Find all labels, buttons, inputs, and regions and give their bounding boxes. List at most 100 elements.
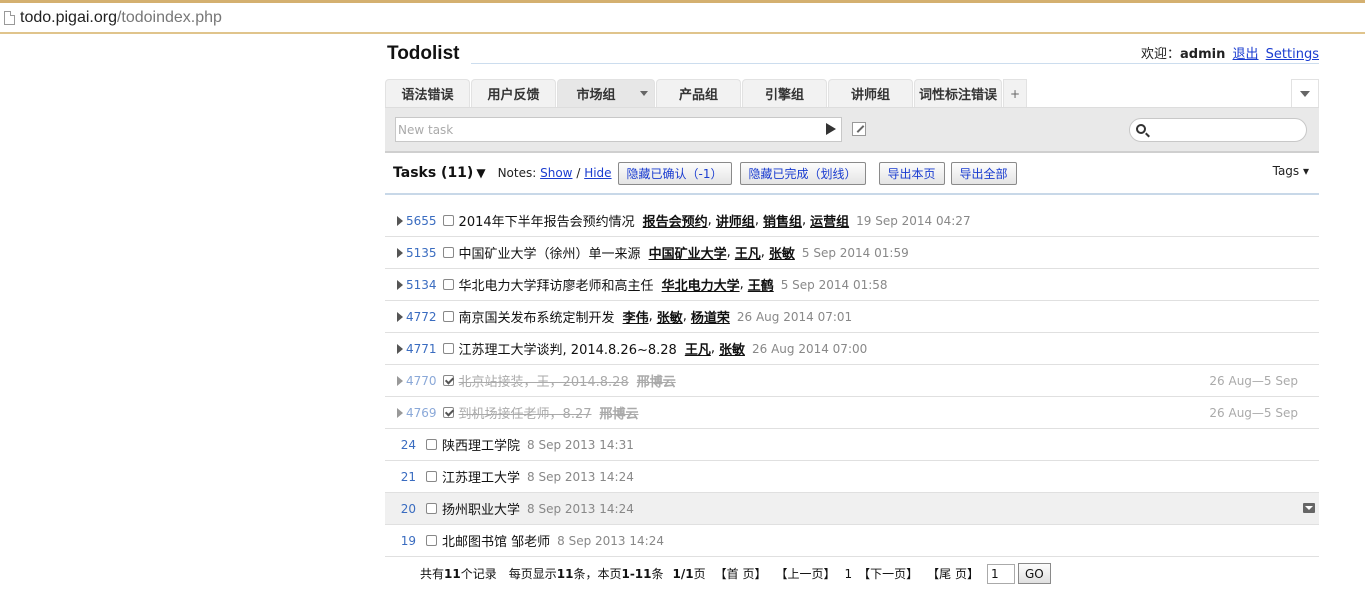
task-checkbox[interactable]: [442, 279, 454, 290]
hide-completed-button[interactable]: 隐藏已完成（划线）: [739, 161, 866, 185]
task-checkbox[interactable]: [426, 471, 437, 482]
task-checkbox[interactable]: [426, 535, 437, 546]
export-page-button[interactable]: 导出本页: [878, 161, 945, 185]
tasks-count-title[interactable]: Tasks (11) ▼: [393, 165, 486, 181]
go-button[interactable]: GO: [1017, 563, 1051, 584]
task-checkbox[interactable]: [426, 439, 437, 450]
url-text[interactable]: todo.pigai.org/todoindex.php: [20, 9, 222, 27]
task-text[interactable]: 南京国关发布系统定制开发: [459, 307, 615, 326]
task-id[interactable]: 5134: [406, 278, 437, 292]
task-text[interactable]: 江苏理工大学: [442, 467, 520, 486]
expand-arrow-icon[interactable]: [397, 215, 403, 226]
tab-1[interactable]: 语法错误: [385, 79, 470, 107]
task-tag[interactable]: 王凡: [685, 339, 711, 358]
hide-confirmed-button[interactable]: 隐藏已确认（-1）: [617, 161, 732, 185]
task-tag[interactable]: 邢博云: [637, 371, 676, 390]
task-row[interactable]: 5135 中国矿业大学（徐州）单一来源 中国矿业大学, 王凡, 张敏 5 Sep 2014…: [385, 237, 1319, 269]
task-row[interactable]: 4770 北京站接装，王，2014.8.28 邢博云 26 Aug—5 Sep: [385, 365, 1319, 397]
task-checkbox[interactable]: [426, 503, 437, 514]
task-text[interactable]: 中国矿业大学（徐州）单一来源: [459, 243, 641, 262]
task-text[interactable]: 北京站接装，王，2014.8.28: [459, 371, 629, 390]
task-tag[interactable]: 报告会预约: [643, 211, 708, 230]
task-text[interactable]: 江苏理工大学谈判, 2014.8.26~8.28: [459, 339, 677, 358]
task-checkbox[interactable]: [442, 215, 454, 226]
task-tag[interactable]: 销售组: [763, 211, 802, 230]
expand-arrow-icon[interactable]: [397, 343, 403, 354]
task-checkbox[interactable]: [442, 311, 454, 322]
task-tag[interactable]: 杨道荣: [691, 307, 730, 326]
task-id[interactable]: 4772: [406, 310, 437, 324]
expand-arrow-icon[interactable]: [397, 375, 403, 386]
add-tab-button[interactable]: +: [1003, 79, 1027, 107]
task-tag[interactable]: 讲师组: [716, 211, 755, 230]
task-text[interactable]: 到机场接任老师，8.27: [459, 403, 592, 422]
task-id[interactable]: 20: [385, 502, 420, 516]
task-row[interactable]: 24 陕西理工学院 8 Sep 2013 14:31: [385, 429, 1319, 461]
edit-icon[interactable]: [852, 122, 866, 136]
page-number-input[interactable]: 1: [986, 563, 1015, 584]
last-page-link[interactable]: 【尾 页】: [927, 565, 979, 582]
task-id[interactable]: 24: [385, 438, 420, 452]
task-tag[interactable]: 王凡: [735, 243, 761, 262]
task-id[interactable]: 19: [385, 534, 420, 548]
tab-3[interactable]: 市场组: [557, 79, 655, 107]
expand-arrow-icon[interactable]: [397, 247, 403, 258]
task-id[interactable]: 21: [385, 470, 420, 484]
new-task-input[interactable]: New task: [395, 117, 842, 142]
tab-2[interactable]: 用户反馈: [471, 79, 556, 107]
tab-dropdown-icon[interactable]: [640, 91, 648, 96]
settings-link[interactable]: Settings: [1266, 47, 1319, 62]
task-row[interactable]: 4772 南京国关发布系统定制开发 李伟, 张敏, 杨道荣 26 Aug 2014 07:…: [385, 301, 1319, 333]
row-menu-icon[interactable]: [1303, 503, 1315, 513]
task-row[interactable]: 4771 江苏理工大学谈判, 2014.8.26~8.28 王凡, 张敏 26 Aug …: [385, 333, 1319, 365]
expand-arrow-icon[interactable]: [397, 311, 403, 322]
task-id[interactable]: 5655: [406, 214, 437, 228]
task-tag[interactable]: 王鹤: [748, 275, 774, 294]
task-id[interactable]: 4770: [406, 374, 437, 388]
task-row[interactable]: 5655 2014年下半年报告会预约情况 报告会预约, 讲师组, 销售组, 运营组 19 S…: [385, 205, 1319, 237]
task-text[interactable]: 华北电力大学拜访廖老师和高主任: [459, 275, 654, 294]
tab-6[interactable]: 讲师组: [828, 79, 913, 107]
task-checkbox[interactable]: [442, 247, 454, 258]
export-all-button[interactable]: 导出全部: [950, 161, 1017, 185]
tasks-dropdown-icon[interactable]: ▼: [476, 166, 485, 180]
prev-page-link[interactable]: 【上一页】: [775, 565, 835, 582]
task-tag[interactable]: 邢博云: [600, 403, 639, 422]
task-tag[interactable]: 运营组: [810, 211, 849, 230]
task-checkbox[interactable]: [442, 343, 454, 354]
task-row[interactable]: 20 扬州职业大学 8 Sep 2013 14:24: [385, 493, 1319, 525]
tab-menu-button[interactable]: [1291, 79, 1319, 107]
expand-arrow-icon[interactable]: [397, 279, 403, 290]
task-id[interactable]: 4769: [406, 406, 437, 420]
first-page-link[interactable]: 【首 页】: [715, 565, 767, 582]
task-id[interactable]: 4771: [406, 342, 437, 356]
address-bar[interactable]: todo.pigai.org/todoindex.php: [0, 0, 1365, 34]
task-row[interactable]: 5134 华北电力大学拜访廖老师和高主任 华北电力大学, 王鹤 5 Sep 2014 0…: [385, 269, 1319, 301]
task-checkbox[interactable]: [442, 375, 454, 386]
tags-dropdown[interactable]: Tags ▾: [1273, 164, 1309, 178]
tab-4[interactable]: 产品组: [656, 79, 741, 107]
task-text[interactable]: 扬州职业大学: [442, 499, 520, 518]
task-row[interactable]: 4769 到机场接任老师，8.27 邢博云 26 Aug—5 Sep: [385, 397, 1319, 429]
submit-play-icon[interactable]: [826, 123, 836, 135]
task-row[interactable]: 21 江苏理工大学 8 Sep 2013 14:24: [385, 461, 1319, 493]
task-text[interactable]: 北邮图书馆 邹老师: [442, 531, 550, 550]
task-tag[interactable]: 张敏: [657, 307, 683, 326]
task-tag[interactable]: 华北电力大学: [662, 275, 740, 294]
search-input[interactable]: [1129, 118, 1307, 142]
task-tag[interactable]: 李伟: [623, 307, 649, 326]
task-text[interactable]: 2014年下半年报告会预约情况: [459, 211, 635, 230]
notes-show-link[interactable]: Show: [540, 166, 572, 180]
notes-hide-link[interactable]: Hide: [584, 166, 611, 180]
tab-5[interactable]: 引擎组: [742, 79, 827, 107]
task-row[interactable]: 19 北邮图书馆 邹老师 8 Sep 2013 14:24: [385, 525, 1319, 557]
task-tag[interactable]: 张敏: [769, 243, 795, 262]
task-id[interactable]: 5135: [406, 246, 437, 260]
logout-link[interactable]: 退出: [1233, 47, 1259, 62]
task-text[interactable]: 陕西理工学院: [442, 435, 520, 454]
task-tag[interactable]: 张敏: [719, 339, 745, 358]
next-page-link[interactable]: 【下一页】: [858, 565, 918, 582]
tab-7[interactable]: 词性标注错误: [914, 79, 1002, 107]
task-checkbox[interactable]: [442, 407, 454, 418]
expand-arrow-icon[interactable]: [397, 407, 403, 418]
